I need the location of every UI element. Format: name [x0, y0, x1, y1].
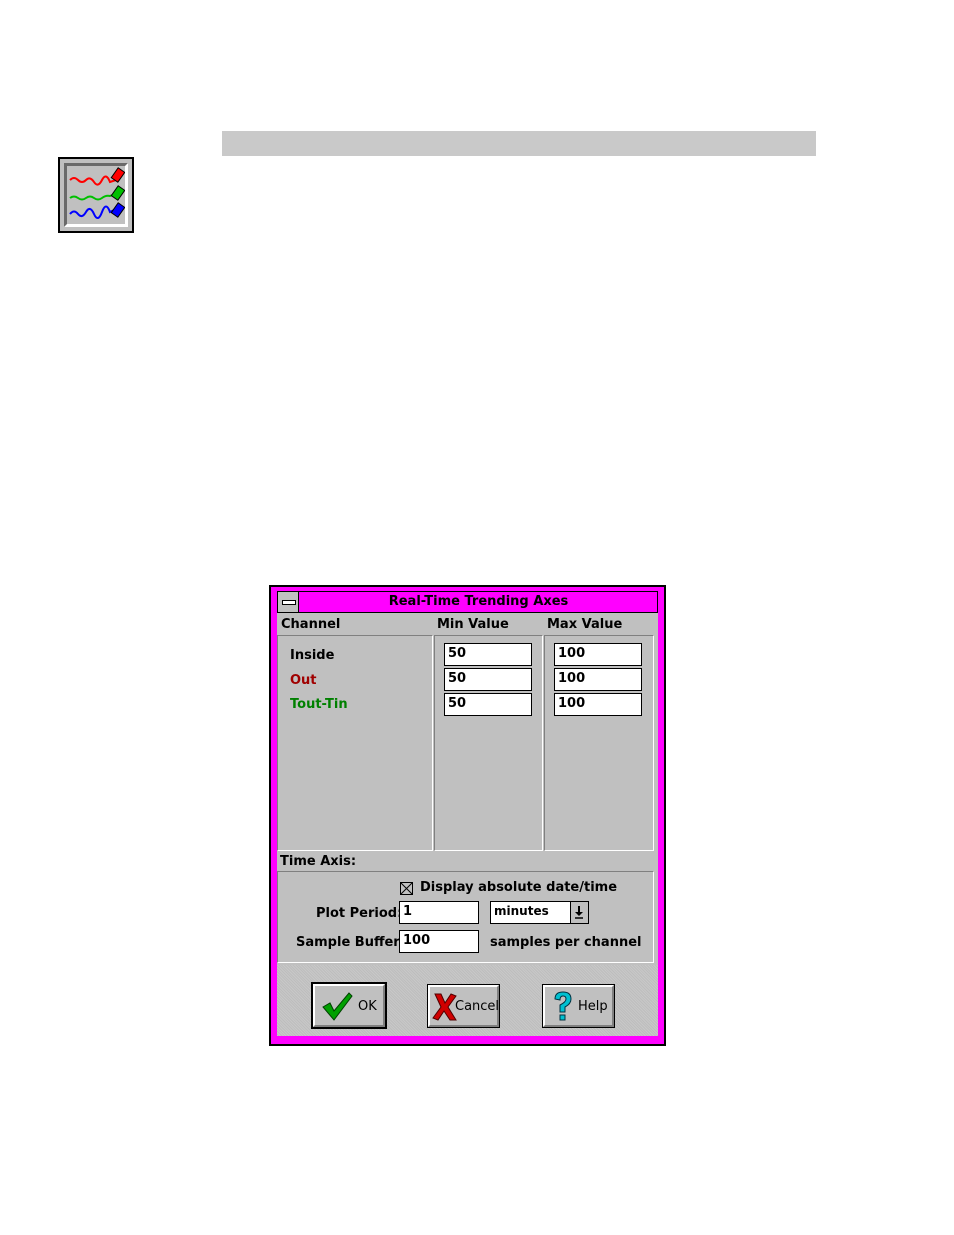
channel-column: Inside Out Tout-Tin: [277, 635, 433, 851]
checkmark-icon: [322, 992, 353, 1021]
top-gray-band: [222, 131, 816, 156]
system-menu-icon[interactable]: [278, 592, 299, 612]
min-value-column: 50 50 50: [434, 635, 543, 851]
channel-column-header: Channel: [281, 617, 341, 632]
help-button[interactable]: Help: [542, 984, 615, 1028]
channel-name: Tout-Tin: [290, 697, 348, 712]
dialog-frame: Real-Time Trending Axes Channel Min Valu…: [271, 587, 664, 1044]
button-area: OK Cancel Help: [277, 965, 658, 1036]
cancel-button[interactable]: Cancel: [427, 984, 500, 1028]
sample-buffer-suffix: samples per channel: [490, 935, 642, 950]
max-value-field[interactable]: 100: [554, 693, 642, 716]
sample-buffer-label: Sample Buffer:: [296, 935, 405, 950]
min-column-header: Min Value: [437, 617, 509, 632]
plot-period-label: Plot Period:: [316, 906, 403, 921]
trending-axes-dialog: Real-Time Trending Axes Channel Min Valu…: [269, 585, 666, 1046]
max-value-field[interactable]: 100: [554, 668, 642, 691]
time-axis-section: Time Axis:: [277, 853, 658, 871]
min-value-field[interactable]: 50: [444, 693, 532, 716]
plot-period-unit-select[interactable]: minutes: [490, 901, 589, 924]
dialog-client: Channel Min Value Max Value Inside Out T…: [277, 613, 658, 1036]
min-value-field[interactable]: 50: [444, 668, 532, 691]
ok-button-label: OK: [358, 999, 377, 1014]
display-absolute-checkbox[interactable]: [400, 882, 413, 895]
realtime-trend-icon: [58, 157, 134, 233]
sample-buffer-field[interactable]: 100: [399, 930, 479, 953]
min-value-field[interactable]: 50: [444, 643, 532, 666]
dialog-title: Real-Time Trending Axes: [388, 594, 569, 609]
help-button-label: Help: [578, 999, 608, 1014]
display-absolute-label[interactable]: Display absolute date/time: [420, 880, 617, 895]
plot-period-field[interactable]: 1: [399, 901, 479, 924]
cancel-button-label: Cancel: [455, 999, 500, 1014]
time-axis-panel: Display absolute date/time Plot Period: …: [277, 871, 654, 963]
max-column-header: Max Value: [547, 617, 623, 632]
max-value-field[interactable]: 100: [554, 643, 642, 666]
channel-name: Out: [290, 673, 317, 688]
max-value-column: 100 100 100: [544, 635, 654, 851]
ok-button[interactable]: OK: [311, 982, 387, 1029]
dropdown-arrow-icon[interactable]: [570, 902, 588, 923]
help-question-icon: [554, 991, 572, 1021]
dialog-titlebar[interactable]: Real-Time Trending Axes: [277, 591, 658, 613]
plot-period-unit-value: minutes: [494, 904, 549, 918]
channel-name: Inside: [290, 648, 335, 663]
time-axis-label: Time Axis:: [280, 854, 357, 869]
